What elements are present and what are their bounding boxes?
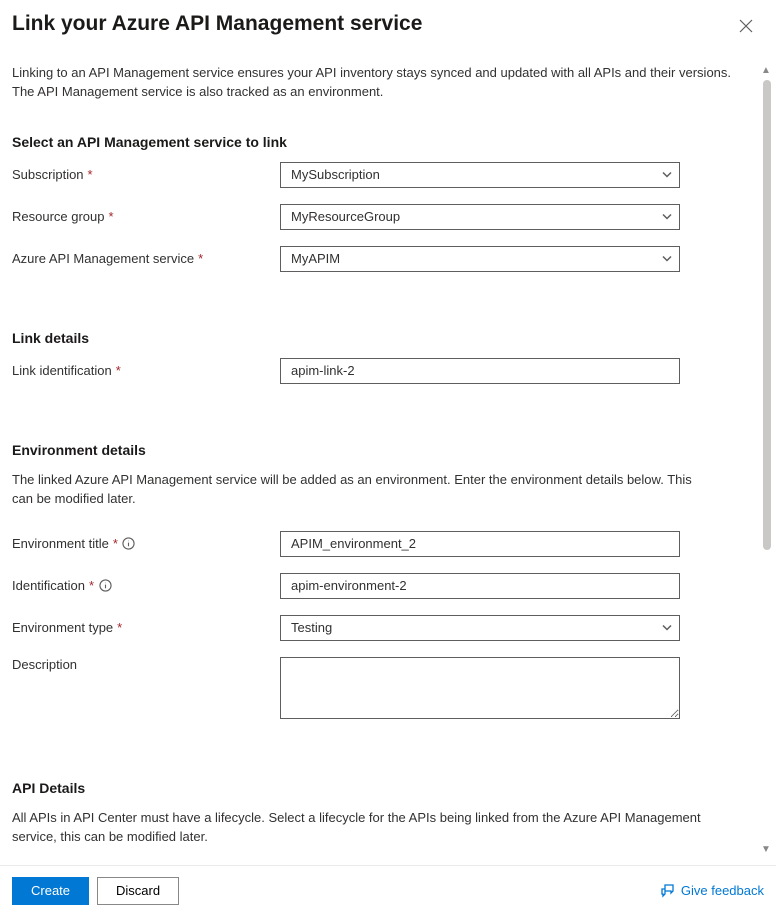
link-id-label: Link identification * [12,363,280,378]
subscription-dropdown[interactable]: MySubscription [280,162,680,188]
section-heading-env-details: Environment details [12,442,752,458]
identification-input[interactable] [280,573,680,599]
subscription-label: Subscription * [12,167,280,182]
apim-service-label-text: Azure API Management service [12,251,194,266]
feedback-icon [661,884,675,898]
create-button[interactable]: Create [12,877,89,905]
resource-group-label-text: Resource group [12,209,105,224]
give-feedback-link[interactable]: Give feedback [661,883,764,898]
close-icon [739,19,753,33]
section-heading-link-details: Link details [12,330,752,346]
required-indicator: * [116,363,121,378]
panel-title: Link your Azure API Management service [12,12,422,36]
close-button[interactable] [732,12,760,40]
discard-button[interactable]: Discard [97,877,179,905]
resource-group-dropdown[interactable]: MyResourceGroup [280,204,680,230]
identification-label-text: Identification [12,578,85,593]
env-title-input[interactable] [280,531,680,557]
link-id-label-text: Link identification [12,363,112,378]
description-label-text: Description [12,657,77,672]
section-heading-select-service: Select an API Management service to link [12,134,752,150]
subscription-value: MySubscription [291,167,380,182]
env-type-value: Testing [291,620,332,635]
subscription-label-text: Subscription [12,167,84,182]
env-type-label-text: Environment type [12,620,113,635]
resource-group-value: MyResourceGroup [291,209,400,224]
give-feedback-text: Give feedback [681,883,764,898]
identification-label: Identification * [12,578,280,593]
required-indicator: * [88,167,93,182]
section-heading-api-details: API Details [12,780,752,796]
required-indicator: * [113,536,118,551]
api-details-description: All APIs in API Center must have a lifec… [12,808,712,847]
description-textarea[interactable] [280,657,680,719]
apim-service-value: MyAPIM [291,251,340,266]
required-indicator: * [117,620,122,635]
apim-service-label: Azure API Management service * [12,251,280,266]
description-label: Description [12,657,280,672]
required-indicator: * [109,209,114,224]
apim-service-dropdown[interactable]: MyAPIM [280,246,680,272]
link-id-input[interactable] [280,358,680,384]
env-title-label-text: Environment title [12,536,109,551]
intro-text: Linking to an API Management service ens… [12,64,732,102]
env-type-dropdown[interactable]: Testing [280,615,680,641]
footer: Create Discard Give feedback [0,865,776,915]
scroll-area[interactable]: Linking to an API Management service ens… [0,56,776,863]
info-icon[interactable] [98,579,112,593]
info-icon[interactable] [122,537,136,551]
resource-group-label: Resource group * [12,209,280,224]
required-indicator: * [89,578,94,593]
env-title-label: Environment title * [12,536,280,551]
required-indicator: * [198,251,203,266]
env-details-description: The linked Azure API Management service … [12,470,712,509]
env-type-label: Environment type * [12,620,280,635]
